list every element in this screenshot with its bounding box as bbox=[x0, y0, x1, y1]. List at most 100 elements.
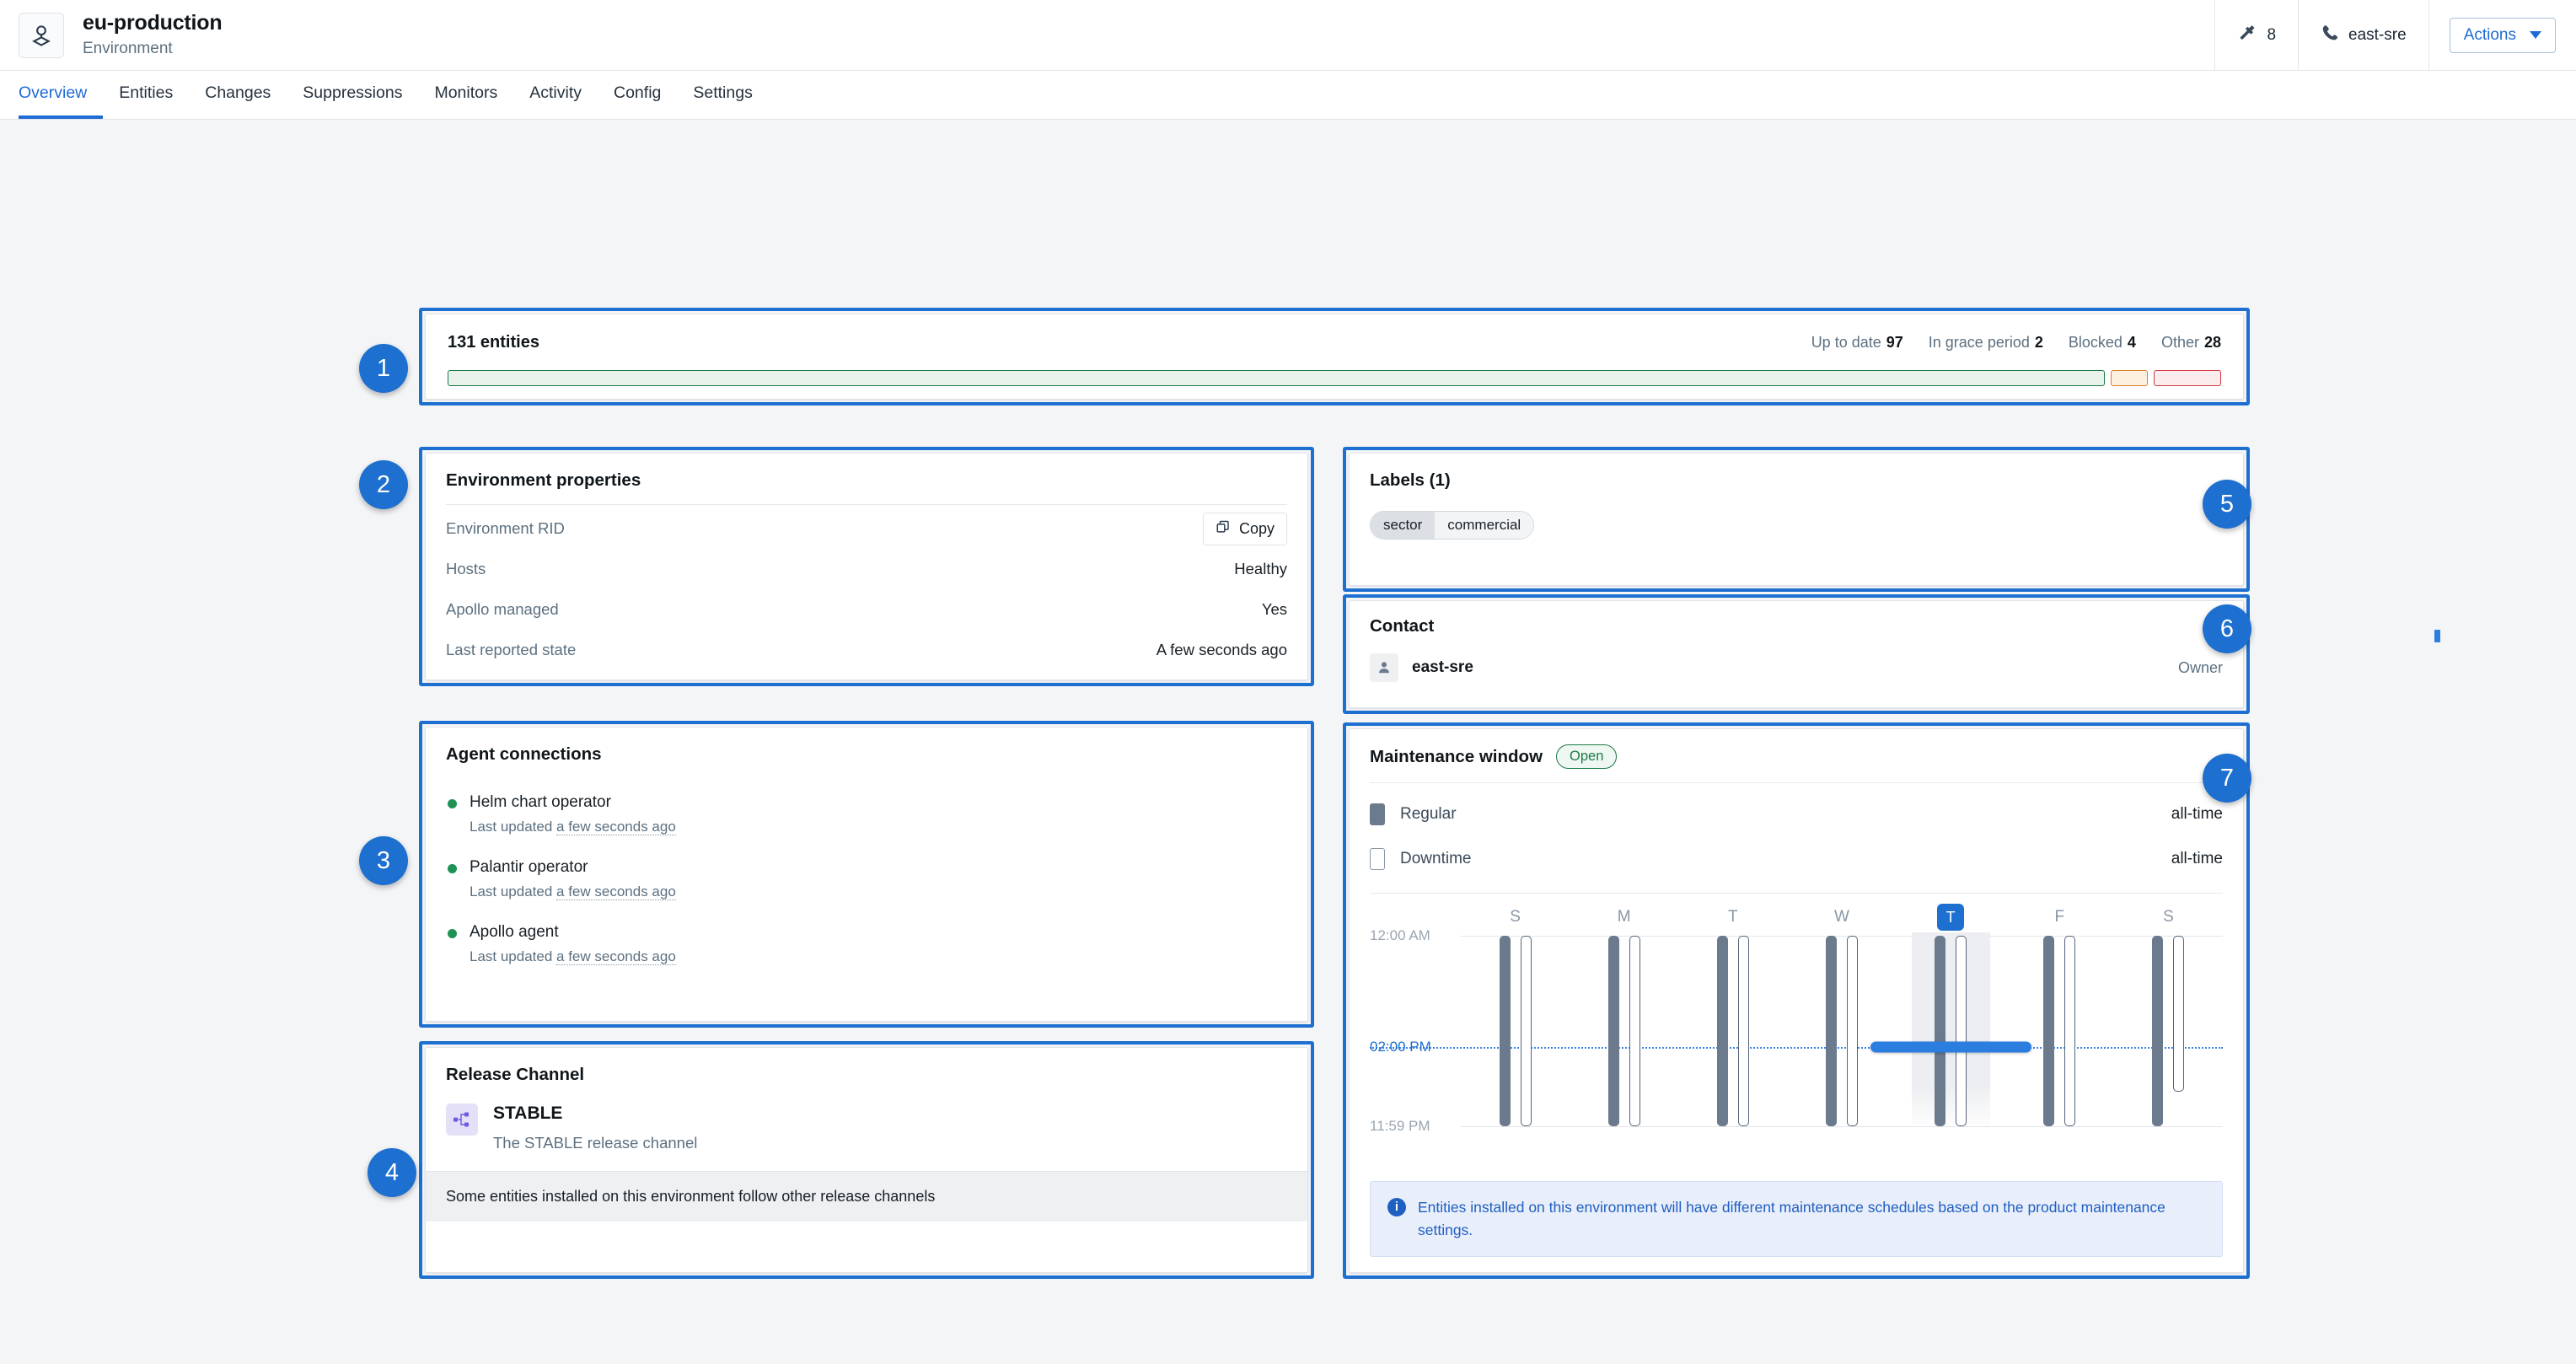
app-header: eu-production Environment 8 east-sre Act… bbox=[0, 0, 2576, 71]
page-subtitle: Environment bbox=[83, 39, 173, 57]
ytick-label-current: 02:00 PM bbox=[1370, 1039, 1431, 1055]
legend-blocked-value: 4 bbox=[2127, 334, 2136, 351]
regular-bar[interactable] bbox=[1935, 936, 1946, 1126]
property-row-hosts: Hosts Healthy bbox=[446, 549, 1287, 589]
tab-activity[interactable]: Activity bbox=[513, 83, 598, 119]
tab-changes[interactable]: Changes bbox=[189, 83, 287, 119]
day-header-0[interactable]: S bbox=[1461, 899, 1570, 936]
hammer-icon bbox=[2237, 23, 2257, 48]
copy-button[interactable]: Copy bbox=[1202, 512, 1287, 545]
downtime-bar[interactable] bbox=[1846, 936, 1858, 1126]
regular-bar[interactable] bbox=[2043, 936, 2055, 1126]
chart-column-1[interactable] bbox=[1570, 936, 1678, 1126]
maintenance-row-downtime[interactable]: Downtime all-time bbox=[1370, 836, 2223, 881]
property-value: Yes bbox=[1261, 600, 1287, 618]
tab-overview[interactable]: Overview bbox=[19, 83, 104, 119]
agent-relative-time[interactable]: a few seconds ago bbox=[556, 883, 676, 900]
status-segment-in-grace-period[interactable] bbox=[2111, 370, 2148, 386]
day-header-3[interactable]: W bbox=[1787, 899, 1896, 936]
downtime-bar[interactable] bbox=[1956, 936, 1967, 1126]
agent-last-updated-prefix: Last updated bbox=[470, 883, 557, 899]
release-channel-main: STABLE The STABLE release channel bbox=[446, 1104, 1287, 1152]
downtime-bar[interactable] bbox=[2173, 936, 2185, 1093]
actions-button[interactable]: Actions bbox=[2449, 17, 2556, 53]
chart-plot-area: 12:00 AM 02:00 PM 11:59 PM bbox=[1370, 927, 2223, 1134]
day-header-2[interactable]: T bbox=[1678, 899, 1787, 936]
downtime-bar[interactable] bbox=[1629, 936, 1640, 1126]
day-header-4-selected[interactable]: T bbox=[1897, 899, 2005, 936]
regular-bar[interactable] bbox=[1716, 936, 1728, 1126]
header-actions: 8 east-sre Actions bbox=[2214, 0, 2576, 71]
entities-count: 131 entities bbox=[448, 333, 539, 352]
regular-bar[interactable] bbox=[1825, 936, 1837, 1126]
oncall-indicator[interactable]: east-sre bbox=[2298, 0, 2428, 71]
legend-up-to-date[interactable]: Up to date 97 bbox=[1811, 334, 1903, 352]
chart-day-headers: S M T W T F S bbox=[1461, 899, 2223, 936]
chevron-down-icon bbox=[2530, 31, 2541, 39]
regular-bar[interactable] bbox=[1607, 936, 1619, 1126]
ytick-label-0: 12:00 AM bbox=[1370, 927, 1430, 943]
status-dot-icon bbox=[448, 864, 457, 873]
maintenance-window-card: Maintenance window Open Regular all-time… bbox=[1349, 728, 2244, 1273]
agent-relative-time[interactable]: a few seconds ago bbox=[556, 948, 676, 965]
overview-canvas: 131 entities Up to date 97 In grace perio… bbox=[0, 120, 2576, 1364]
ytick-label-2: 11:59 PM bbox=[1370, 1118, 1430, 1134]
tab-entities[interactable]: Entities bbox=[103, 83, 189, 119]
status-segment-blocked[interactable] bbox=[2154, 370, 2221, 386]
chart-column-5[interactable] bbox=[2005, 936, 2114, 1126]
hammer-count: 8 bbox=[2267, 25, 2277, 44]
downtime-bar[interactable] bbox=[2064, 936, 2076, 1126]
downtime-bar[interactable] bbox=[1520, 936, 1532, 1126]
legend-blocked[interactable]: Blocked 4 bbox=[2069, 334, 2136, 352]
agent-relative-time[interactable]: a few seconds ago bbox=[556, 819, 676, 835]
annotation-badge-7: 7 bbox=[2203, 754, 2251, 803]
regular-bar[interactable] bbox=[1499, 936, 1511, 1126]
day-header-5[interactable]: F bbox=[2005, 899, 2114, 936]
tab-monitors[interactable]: Monitors bbox=[418, 83, 513, 119]
environment-properties-title: Environment properties bbox=[446, 470, 641, 490]
chart-column-0[interactable] bbox=[1461, 936, 1570, 1126]
annotation-badge-4: 4 bbox=[368, 1148, 416, 1197]
tab-settings[interactable]: Settings bbox=[677, 83, 768, 119]
maintenance-row-value: all-time bbox=[2171, 804, 2223, 823]
contact-row[interactable]: east-sre Owner bbox=[1370, 653, 2223, 682]
legend-other[interactable]: Other 28 bbox=[2161, 334, 2221, 352]
downtime-bar[interactable] bbox=[1737, 936, 1749, 1126]
agent-connections-title: Agent connections bbox=[446, 744, 602, 764]
contact-role: Owner bbox=[2177, 658, 2223, 676]
tab-suppressions[interactable]: Suppressions bbox=[287, 83, 418, 119]
property-value: Healthy bbox=[1234, 560, 1287, 577]
annotation-badge-6: 6 bbox=[2203, 604, 2251, 653]
release-channel-body: Release Channel STABLE The STABLE releas… bbox=[426, 1048, 1307, 1171]
maintenance-note: i Entities installed on this environment… bbox=[1370, 1180, 2223, 1257]
status-segment-up-to-date[interactable] bbox=[448, 370, 2105, 386]
chart-column-3[interactable] bbox=[1787, 936, 1896, 1126]
release-channel-name: STABLE bbox=[493, 1104, 563, 1123]
agent-last-updated: Last updated a few seconds ago bbox=[470, 948, 1287, 965]
annotation-badge-5: 5 bbox=[2203, 480, 2251, 529]
day-header-1[interactable]: M bbox=[1570, 899, 1678, 936]
agent-last-updated: Last updated a few seconds ago bbox=[470, 883, 1287, 900]
maintenance-row-regular[interactable]: Regular all-time bbox=[1370, 792, 2223, 836]
label-chip[interactable]: sector commercial bbox=[1370, 511, 1535, 540]
chart-column-2[interactable] bbox=[1678, 936, 1787, 1126]
entities-summary-header: 131 entities Up to date 97 In grace perio… bbox=[448, 333, 2221, 352]
day-header-6[interactable]: S bbox=[2114, 899, 2223, 936]
property-value: A few seconds ago bbox=[1156, 641, 1287, 658]
annotation-badge-1: 1 bbox=[359, 344, 408, 393]
legend-up-to-date-label: Up to date bbox=[1811, 334, 1881, 351]
environment-properties-card: Environment properties Environment RID C… bbox=[425, 453, 1308, 680]
oncall-name: east-sre bbox=[2348, 25, 2407, 44]
legend-in-grace-period[interactable]: In grace period 2 bbox=[1929, 334, 2043, 352]
chart-column-4-selected[interactable] bbox=[1870, 932, 2031, 1130]
hammer-count-indicator[interactable]: 8 bbox=[2214, 0, 2298, 71]
branch-node-icon bbox=[446, 1104, 478, 1136]
property-row-environment-rid: Environment RID Copy bbox=[446, 508, 1287, 549]
tab-config[interactable]: Config bbox=[598, 83, 677, 119]
status-badge: Open bbox=[1556, 744, 1618, 769]
day-letter: T bbox=[1728, 908, 1738, 926]
day-letter: M bbox=[1617, 908, 1631, 926]
chart-column-6[interactable] bbox=[2114, 936, 2223, 1126]
regular-bar[interactable] bbox=[2152, 936, 2164, 1126]
entities-status-bar bbox=[448, 370, 2221, 386]
